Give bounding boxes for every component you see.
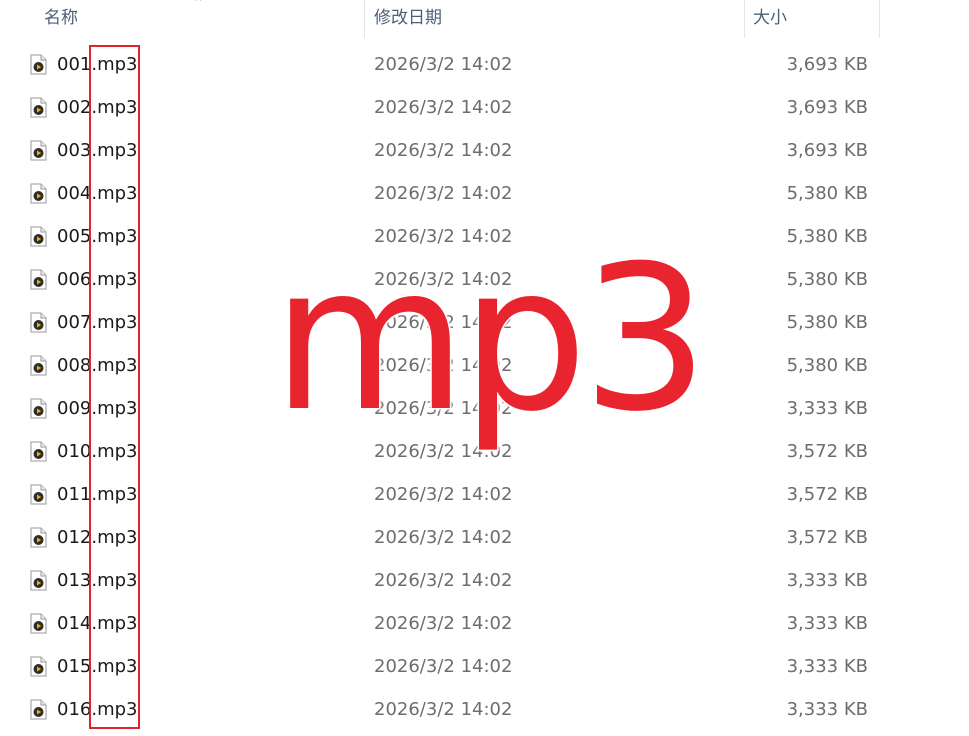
column-header-size[interactable]: 大小 bbox=[753, 0, 787, 36]
column-divider-name[interactable] bbox=[364, 0, 365, 38]
file-size: 3,693 KB bbox=[786, 140, 868, 161]
file-size: 3,333 KB bbox=[786, 570, 868, 591]
file-size: 3,693 KB bbox=[786, 54, 868, 75]
sort-ascending-icon: ^ bbox=[194, 0, 203, 8]
file-modified-date: 2026/3/2 14:02 bbox=[374, 140, 513, 161]
file-size: 3,333 KB bbox=[786, 613, 868, 634]
column-header-modified[interactable]: 修改日期 bbox=[374, 0, 442, 36]
file-size: 5,380 KB bbox=[786, 226, 868, 247]
file-row[interactable]: 013.mp3 2026/3/2 14:02 3,333 KB bbox=[0, 559, 969, 602]
media-file-icon bbox=[30, 140, 47, 161]
file-size: 3,333 KB bbox=[786, 656, 868, 677]
file-row[interactable]: 002.mp3 2026/3/2 14:02 3,693 KB bbox=[0, 86, 969, 129]
media-file-icon bbox=[30, 699, 47, 720]
column-header-bar: 名称 ^ 修改日期 大小 bbox=[0, 0, 969, 38]
media-file-icon bbox=[30, 398, 47, 419]
file-row[interactable]: 011.mp3 2026/3/2 14:02 3,572 KB bbox=[0, 473, 969, 516]
media-file-icon bbox=[30, 312, 47, 333]
file-size: 3,572 KB bbox=[786, 527, 868, 548]
file-row[interactable]: 016.mp3 2026/3/2 14:02 3,333 KB bbox=[0, 688, 969, 731]
file-modified-date: 2026/3/2 14:02 bbox=[374, 656, 513, 677]
file-row[interactable]: 004.mp3 2026/3/2 14:02 5,380 KB bbox=[0, 172, 969, 215]
file-modified-date: 2026/3/2 14:02 bbox=[374, 183, 513, 204]
file-modified-date: 2026/3/2 14:02 bbox=[374, 570, 513, 591]
extension-highlight-box bbox=[89, 45, 140, 729]
file-size: 5,380 KB bbox=[786, 355, 868, 376]
media-file-icon bbox=[30, 97, 47, 118]
media-file-icon bbox=[30, 183, 47, 204]
file-size: 5,380 KB bbox=[786, 183, 868, 204]
file-modified-date: 2026/3/2 14:02 bbox=[374, 527, 513, 548]
column-divider-modified[interactable] bbox=[744, 0, 745, 38]
overlay-annotation-text: mp3 bbox=[270, 223, 710, 456]
file-size: 3,572 KB bbox=[786, 484, 868, 505]
file-size: 3,333 KB bbox=[786, 398, 868, 419]
file-size: 5,380 KB bbox=[786, 269, 868, 290]
media-file-icon bbox=[30, 570, 47, 591]
media-file-icon bbox=[30, 527, 47, 548]
file-size: 3,333 KB bbox=[786, 699, 868, 720]
file-size: 5,380 KB bbox=[786, 312, 868, 333]
media-file-icon bbox=[30, 226, 47, 247]
file-modified-date: 2026/3/2 14:02 bbox=[374, 699, 513, 720]
file-modified-date: 2026/3/2 14:02 bbox=[374, 613, 513, 634]
file-row[interactable]: 012.mp3 2026/3/2 14:02 3,572 KB bbox=[0, 516, 969, 559]
media-file-icon bbox=[30, 54, 47, 75]
media-file-icon bbox=[30, 269, 47, 290]
media-file-icon bbox=[30, 656, 47, 677]
file-row[interactable]: 015.mp3 2026/3/2 14:02 3,333 KB bbox=[0, 645, 969, 688]
media-file-icon bbox=[30, 484, 47, 505]
file-size: 3,572 KB bbox=[786, 441, 868, 462]
file-modified-date: 2026/3/2 14:02 bbox=[374, 54, 513, 75]
file-explorer-list: 名称 ^ 修改日期 大小 001.mp3 2026/3/2 14:02 3,693 … bbox=[0, 0, 969, 736]
media-file-icon bbox=[30, 441, 47, 462]
file-row[interactable]: 003.mp3 2026/3/2 14:02 3,693 KB bbox=[0, 129, 969, 172]
file-row[interactable]: 014.mp3 2026/3/2 14:02 3,333 KB bbox=[0, 602, 969, 645]
media-file-icon bbox=[30, 613, 47, 634]
media-file-icon bbox=[30, 355, 47, 376]
file-size: 3,693 KB bbox=[786, 97, 868, 118]
file-row[interactable]: 001.mp3 2026/3/2 14:02 3,693 KB bbox=[0, 43, 969, 86]
file-modified-date: 2026/3/2 14:02 bbox=[374, 97, 513, 118]
file-modified-date: 2026/3/2 14:02 bbox=[374, 484, 513, 505]
column-header-name[interactable]: 名称 bbox=[44, 0, 78, 36]
column-divider-size[interactable] bbox=[879, 0, 880, 38]
